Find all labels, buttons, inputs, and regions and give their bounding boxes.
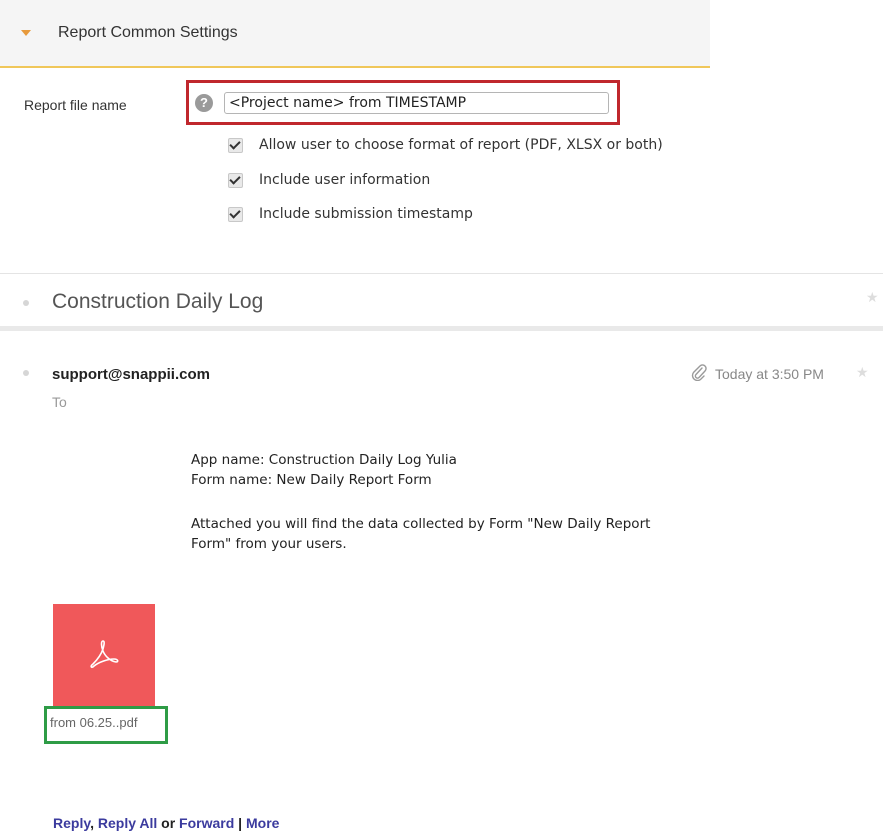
forward-link[interactable]: Forward [179,815,234,831]
body-line: Attached you will find the data collecte… [191,516,651,532]
email-subject: Construction Daily Log [52,290,264,313]
divider [0,273,883,274]
to-label: To [52,394,67,410]
report-file-name-label: Report file name [24,97,127,113]
checkbox-label: Allow user to choose format of report (P… [259,137,663,153]
divider [0,326,883,331]
checkbox-checked-icon[interactable] [228,172,243,188]
unread-dot-icon [23,370,29,376]
sender-address[interactable]: support@snappii.com [52,366,210,383]
separator: | [238,815,243,831]
reply-all-link[interactable]: Reply All [98,815,157,831]
acrobat-icon [90,640,119,669]
more-link[interactable]: More [246,815,279,831]
report-file-name-input[interactable] [224,92,609,114]
or-text: or [161,815,176,831]
body-line: Form name: New Daily Report Form [191,472,432,488]
star-icon[interactable]: ★ [856,364,869,381]
checkbox-checked-icon[interactable] [228,206,243,222]
checkbox-label: Include user information [259,172,431,188]
help-icon[interactable]: ? [195,94,213,112]
reply-link[interactable]: Reply [53,815,90,831]
email-time: Today at 3:50 PM [715,366,824,382]
star-icon[interactable]: ★ [866,289,879,306]
settings-title: Report Common Settings [58,24,238,41]
checkbox-allow-format[interactable]: Allow user to choose format of report (P… [228,135,663,155]
body-line: App name: Construction Daily Log Yulia [191,452,457,468]
attachment-filename[interactable]: from 06.25..pdf [50,715,137,730]
checkbox-include-timestamp[interactable]: Include submission timestamp [228,204,473,224]
checkbox-include-user-info[interactable]: Include user information [228,170,430,190]
body-line: Form" from your users. [191,536,347,552]
checkbox-checked-icon[interactable] [228,137,243,153]
collapse-caret-icon[interactable] [21,30,31,36]
paperclip-icon [691,364,707,386]
comma: , [90,815,98,831]
pdf-attachment-thumbnail[interactable] [53,604,155,706]
checkbox-label: Include submission timestamp [259,206,473,222]
email-actions: Reply, Reply All or Forward | More [53,815,279,831]
unread-dot-icon [23,300,29,306]
